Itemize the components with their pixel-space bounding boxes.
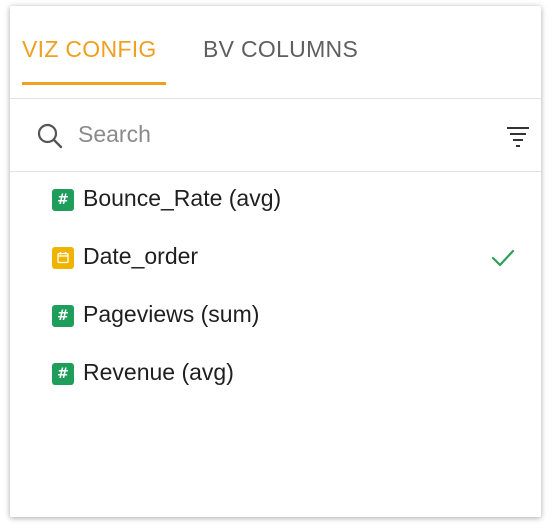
- tab-viz-config[interactable]: VIZ CONFIG: [22, 36, 157, 63]
- list-item-revenue[interactable]: # Revenue (avg): [10, 346, 541, 404]
- filter-lines-icon[interactable]: [506, 125, 530, 147]
- column-label: Bounce_Rate (avg): [83, 185, 282, 211]
- column-label: Date_order: [83, 243, 199, 269]
- list-item-date-order[interactable]: Date_order: [10, 230, 541, 288]
- number-hash-icon: #: [52, 189, 74, 211]
- search-icon: [37, 123, 63, 149]
- search-bar: [10, 99, 541, 172]
- number-hash-icon: #: [52, 363, 74, 385]
- active-tab-indicator: [22, 82, 166, 85]
- column-picker-panel: VIZ CONFIG BV COLUMNS # Bounce_Rate (avg…: [10, 6, 541, 517]
- search-input[interactable]: [78, 117, 458, 151]
- column-label: Revenue (avg): [83, 359, 234, 385]
- tab-bv-columns[interactable]: BV COLUMNS: [203, 36, 358, 63]
- tab-bar: VIZ CONFIG BV COLUMNS: [10, 6, 541, 99]
- column-label: Pageviews (sum): [83, 301, 260, 327]
- check-icon: [491, 249, 515, 267]
- number-hash-icon: #: [52, 305, 74, 327]
- calendar-icon: [52, 247, 74, 269]
- column-list: # Bounce_Rate (avg) Date_order # Pagevie…: [10, 172, 541, 404]
- list-item-bounce-rate[interactable]: # Bounce_Rate (avg): [10, 172, 541, 230]
- list-item-pageviews[interactable]: # Pageviews (sum): [10, 288, 541, 346]
